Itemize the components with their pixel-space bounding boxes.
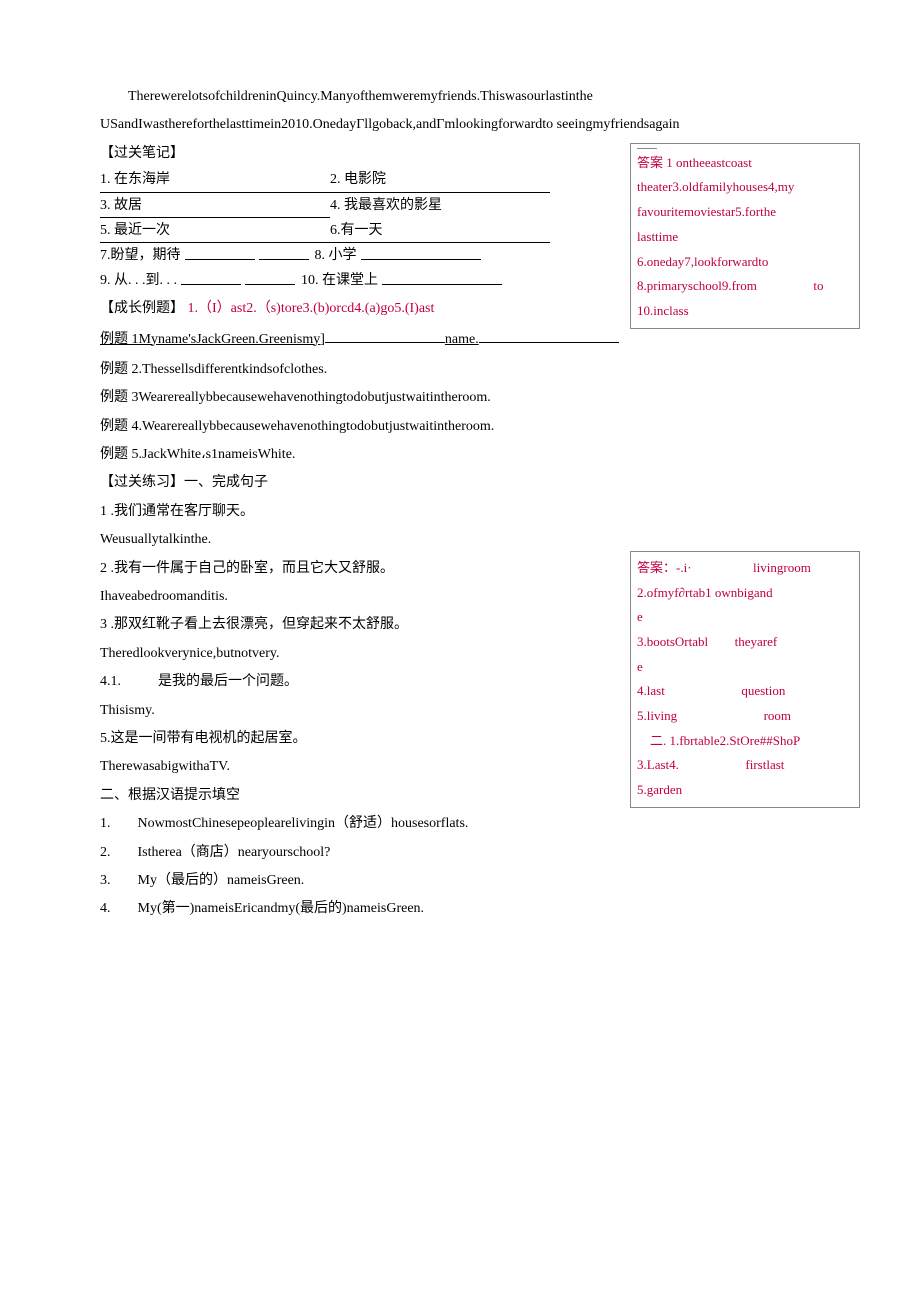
- growth-answers: 1.（I）ast2.（s)tore3.(b)orcd4.(a)go5.(I)as…: [188, 301, 435, 316]
- blank-7a: [185, 245, 255, 260]
- ans2-l7a: 5.living: [637, 708, 677, 723]
- vocab-1: 1. 在东海岸: [100, 169, 330, 192]
- q5: 5.这是一间带有电视机的起居室。: [100, 728, 620, 750]
- ans2-l7b: room: [764, 708, 791, 723]
- vocab-3: 3. 故居: [100, 195, 330, 218]
- example-2: 例题 2.Thessellsdifferentkindsofclothes.: [100, 359, 820, 381]
- a1: Weusuallytalkinthe.: [100, 529, 620, 551]
- ans2-l6a: 4.last: [637, 683, 665, 698]
- vocab-row-1: 1. 在东海岸 2. 电影院: [100, 169, 620, 192]
- ans2-l10: 5.garden: [637, 778, 853, 803]
- ans2-l9: 3.Last4. firstlast: [637, 753, 853, 778]
- ans2-l1b: livingroom: [753, 560, 811, 575]
- ans2-l6b: question: [741, 683, 785, 698]
- q3: 3 .那双红靴子看上去很漂亮，但穿起来不太舒服。: [100, 614, 620, 636]
- ans2-l7: 5.living room: [637, 704, 853, 729]
- blank-9b: [245, 270, 295, 285]
- a2: Ihaveabedroomanditis.: [100, 586, 620, 608]
- p2-1-num: 1.: [100, 816, 111, 831]
- ex1-tail: name.: [445, 329, 479, 351]
- notes-title: 【过关笔记】: [100, 143, 620, 165]
- q2: 2 .我有一件属于自己的卧室，而且它大又舒服。: [100, 558, 620, 580]
- vocab-row-2: 3. 故居 4. 我最喜欢的影星: [100, 195, 620, 218]
- intro-line-1: TherewerelotsofchildreninQuincy.Manyofth…: [100, 86, 820, 108]
- blank-9a: [181, 270, 241, 285]
- ans2-l4b: theyaref: [735, 634, 778, 649]
- vocab-4: 4. 我最喜欢的影星: [330, 195, 620, 218]
- example-1: 例题 1Myname'sJackGreen.Greenismy] name.: [100, 327, 820, 353]
- example-5: 例题 5.JackWhite،s1nameisWhite.: [100, 444, 820, 466]
- practice-title: 【过关练习】一、完成句子: [100, 472, 820, 494]
- dash-line: [637, 148, 657, 149]
- ans2-l2: 2.ofmyf∂rtab1 ownbigand: [637, 581, 853, 606]
- ans2-l8: 二. 1.fbrtable2.StOre##ShoP: [637, 729, 853, 754]
- p2-3-num: 3.: [100, 873, 111, 888]
- p2-1-text: NowmostChinesepeoplearelivingin（舒适）house…: [138, 816, 469, 831]
- ex1-blank: [325, 328, 445, 343]
- p2-2-num: 2.: [100, 845, 111, 860]
- ans2-l1a: 答案：-.i·: [637, 560, 692, 575]
- vocab-10: 10. 在课堂上: [301, 270, 378, 292]
- q4a: 4.1.: [100, 674, 121, 689]
- p2-1: 1. NowmostChinesepeoplearelivingin（舒适）ho…: [100, 813, 820, 835]
- vocab-row-3: 5. 最近一次 6.有一天: [100, 220, 620, 243]
- blank-7b: [259, 245, 309, 260]
- a3: Theredlookverynice,butnotvery.: [100, 643, 620, 665]
- ans1-l6a: 8.primaryschool9.from: [637, 278, 757, 293]
- p2-2-text: Istherea（商店）nearyourschool?: [138, 845, 331, 860]
- ans1-l7: 10.inclass: [637, 299, 853, 324]
- ans1-l5: 6.oneday7,lookforwardto: [637, 250, 853, 275]
- vocab-row-5: 9. 从. . .到. . . 10. 在课堂上: [100, 270, 620, 292]
- vocab-7: 7.盼望，期待: [100, 245, 181, 267]
- example-4: 例题 4.Wearereallybbecausewehavenothingtod…: [100, 416, 820, 438]
- blank-10: [382, 270, 502, 285]
- answer-box-1: 答案 1 ontheeastcoast theater3.oldfamilyho…: [630, 143, 860, 329]
- ex1-trailing-blank: [479, 328, 619, 343]
- vocab-9: 9. 从. . .到. . .: [100, 270, 177, 292]
- ans1-l1: 答案 1 ontheeastcoast: [637, 151, 853, 176]
- growth-row: 【成长例题】 1.（I）ast2.（s)tore3.(b)orcd4.(a)go…: [100, 298, 620, 320]
- ans2-l5: e: [637, 655, 853, 680]
- ans1-l4: lasttime: [637, 225, 853, 250]
- vocab-8: 8. 小学: [315, 245, 357, 267]
- q4: 4.1. 是我的最后一个问题。: [100, 671, 620, 693]
- blank-8: [361, 245, 481, 260]
- p2-3: 3. My（最后的）nameisGreen.: [100, 870, 820, 892]
- vocab-2: 2. 电影院: [330, 169, 550, 192]
- ans2-l9a: 3.Last4.: [637, 757, 679, 772]
- p2-4-num: 4.: [100, 901, 111, 916]
- vocab-row-4: 7.盼望，期待 8. 小学: [100, 245, 620, 267]
- ans1-l3: favouritemoviestar5.forthe: [637, 200, 853, 225]
- p2-2: 2. Istherea（商店）nearyourschool?: [100, 842, 820, 864]
- vocab-6: 6.有一天: [330, 220, 550, 243]
- ans2-l9b: firstlast: [745, 757, 784, 772]
- a4: Thisismy.: [100, 700, 620, 722]
- q4b: 是我的最后一个问题。: [158, 674, 298, 689]
- p2-3-text: My（最后的）nameisGreen.: [138, 873, 305, 888]
- ex1-text: 例题 1Myname'sJackGreen.Greenismy]: [100, 329, 325, 351]
- growth-label: 【成长例题】: [100, 301, 184, 316]
- ans2-l3: e: [637, 605, 853, 630]
- intro-line-2: USandIwasthereforthelasttimein2010.Oneda…: [100, 114, 820, 136]
- ans2-l4a: 3.bootsOrtabl: [637, 634, 708, 649]
- ans2-l6: 4.last question: [637, 679, 853, 704]
- q1: 1 .我们通常在客厅聊天。: [100, 501, 620, 523]
- p2-4-text: My(第一)nameisEricandmy(最后的)nameisGreen.: [138, 901, 425, 916]
- example-3: 例题 3Wearereallybbecausewehavenothingtodo…: [100, 387, 820, 409]
- p2-4: 4. My(第一)nameisEricandmy(最后的)nameisGreen…: [100, 898, 820, 920]
- ans1-l2: theater3.oldfamilyhouses4,my: [637, 175, 853, 200]
- ans1-l6b: to: [813, 278, 823, 293]
- a5: TherewasabigwithaTV.: [100, 756, 620, 778]
- ans2-l4: 3.bootsOrtabl theyaref: [637, 630, 853, 655]
- ans2-l1: 答案：-.i· livingroom: [637, 556, 853, 581]
- answer-box-2: 答案：-.i· livingroom 2.ofmyf∂rtab1 ownbiga…: [630, 551, 860, 808]
- ans1-l6: 8.primaryschool9.from to: [637, 274, 853, 299]
- vocab-5: 5. 最近一次: [100, 220, 330, 243]
